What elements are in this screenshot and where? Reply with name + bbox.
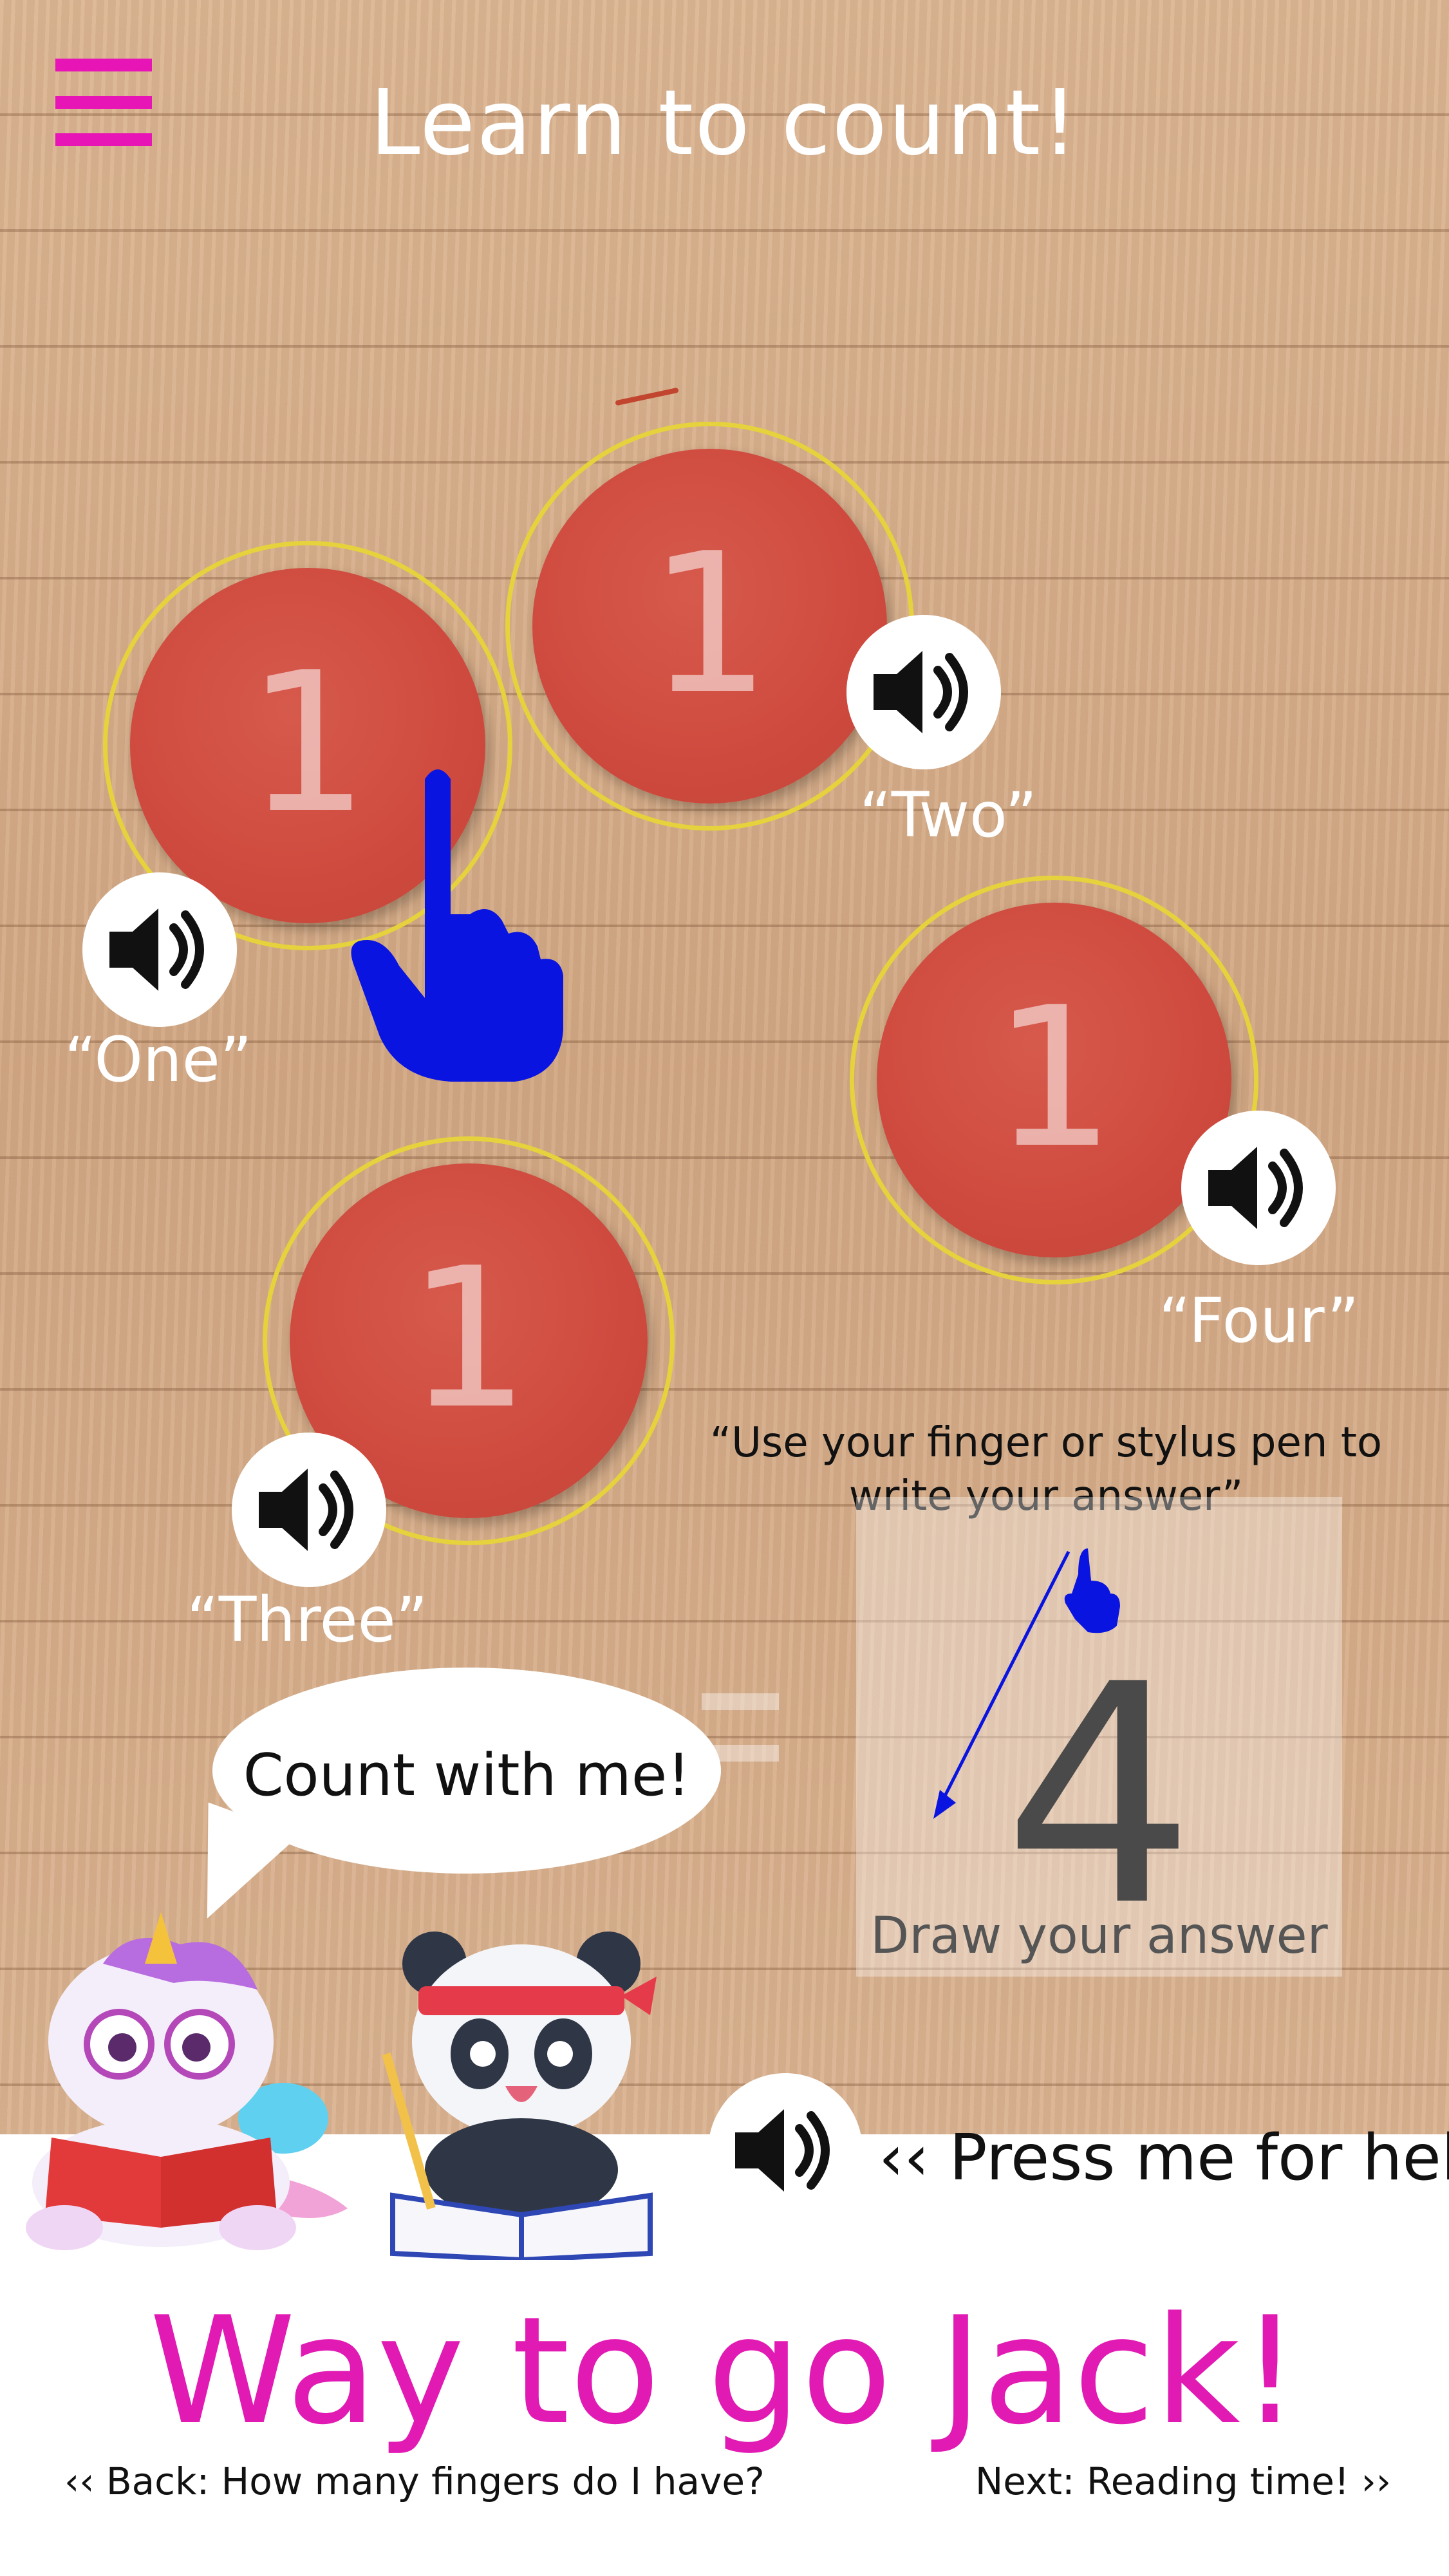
answer-drawing-area[interactable]: 4 Draw your answer	[856, 1497, 1342, 1977]
pointing-hand-icon	[341, 753, 573, 1088]
unicorn-mascot	[26, 1912, 348, 2250]
speech-bubble-text: Count with me!	[243, 1742, 691, 1809]
help-label[interactable]: ‹‹ Press me for help	[879, 2121, 1449, 2195]
speaker-icon[interactable]	[82, 872, 237, 1027]
wood-board: Learn to count! 1 1 1 1 “One” “Two” “Thr…	[0, 0, 1449, 2134]
panda-mascot	[382, 1932, 657, 2260]
speaker-icon	[735, 2109, 830, 2192]
help-speaker-button[interactable]	[708, 2073, 863, 2228]
next-link[interactable]: Next: Reading time! ››	[975, 2459, 1391, 2503]
speaker-icon[interactable]	[846, 615, 1001, 769]
spoken-label-one: “One”	[64, 1024, 252, 1096]
praise-message: Way to go Jack!	[149, 2286, 1300, 2458]
stroke-guide-arrow	[933, 1548, 1120, 1819]
token-number: 1	[407, 1227, 530, 1451]
spoken-label-four: “Four”	[1159, 1284, 1360, 1357]
answer-prompt: Draw your answer	[870, 1907, 1328, 1965]
scratch-mark	[615, 387, 679, 406]
page-title: Learn to count!	[369, 71, 1080, 176]
spoken-label-two: “Two”	[859, 779, 1038, 851]
speaker-icon[interactable]	[232, 1433, 386, 1587]
back-link[interactable]: ‹‹ Back: How many fingers do I have?	[64, 2459, 765, 2503]
spoken-label-three: “Three”	[187, 1584, 428, 1656]
speaker-icon[interactable]	[1181, 1111, 1336, 1265]
